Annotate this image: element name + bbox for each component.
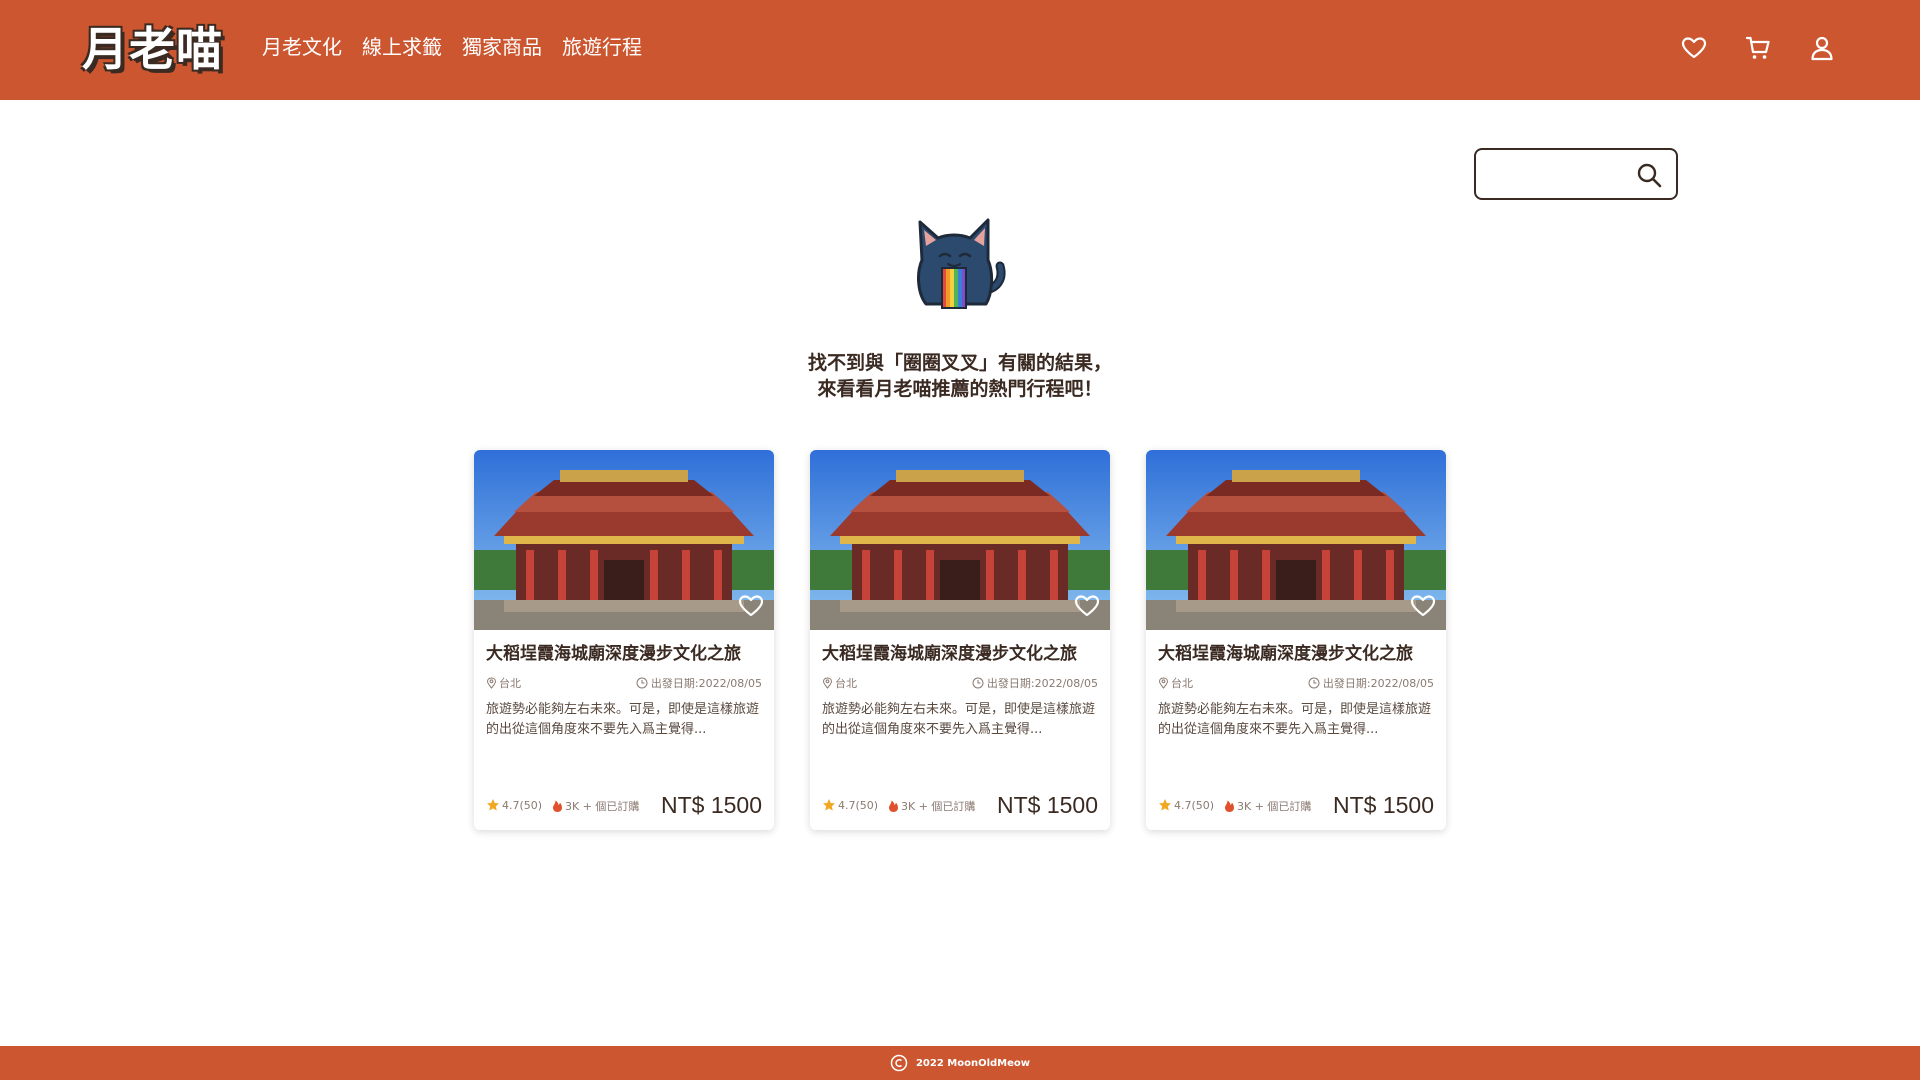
clock-icon: [636, 677, 648, 689]
tour-card-image: [474, 450, 774, 630]
tour-date-text: 出發日期:2022/08/05: [986, 677, 1098, 690]
tour-card-image: [810, 450, 1110, 630]
tour-meta: 台北 出發日期:2022/08/05: [822, 675, 1098, 691]
tour-date-text: 出發日期:2022/08/05: [1322, 677, 1434, 690]
favorite-heart-icon[interactable]: [1410, 594, 1436, 620]
star-icon: [1159, 799, 1171, 811]
tour-card-footer: 4.7(50) 3K + 個已訂購 NT$ 1500: [486, 790, 762, 820]
tour-rating-text: 4.7(50): [838, 798, 879, 812]
no-results-message: 找不到與「圈圈叉叉」有關的結果， 來看看月老喵推薦的熱門行程吧！: [660, 350, 1260, 402]
recommended-tours-list: 大稻埕霞海城廟深度漫步文化之旅 台北 出發日期:2022/08/05 旅遊勢必能…: [474, 450, 1446, 830]
tour-meta: 台北 出發日期:2022/08/05: [1158, 675, 1434, 691]
location-pin-icon: [822, 677, 833, 689]
tour-departure-date: 出發日期:2022/08/05: [1308, 675, 1434, 691]
tour-location: 台北: [486, 675, 521, 691]
clock-icon: [1308, 677, 1320, 689]
nav-item-culture[interactable]: 月老文化: [262, 32, 342, 62]
site-footer: 2022 MoonOldMeow: [0, 1046, 1920, 1080]
fire-icon: [1225, 800, 1234, 812]
tour-price: NT$ 1500: [1332, 792, 1434, 818]
tour-card-image: [1146, 450, 1446, 630]
top-nav-bar: 月老喵 月老文化 線上求籤 獨家商品 旅遊行程: [0, 0, 1920, 100]
header-actions: [1680, 34, 1836, 62]
location-pin-icon: [1158, 677, 1169, 689]
tour-description: 旅遊勢必能夠左右未來。可是，即使是這樣旅遊的出從這個角度來不要先入爲主覺得...: [486, 702, 760, 737]
tour-title[interactable]: 大稻埕霞海城廟深度漫步文化之旅: [822, 642, 1102, 666]
main-nav: 月老文化 線上求籤 獨家商品 旅遊行程: [262, 32, 642, 62]
fire-icon: [889, 800, 898, 812]
tour-title[interactable]: 大稻埕霞海城廟深度漫步文化之旅: [486, 642, 766, 666]
nav-item-products[interactable]: 獨家商品: [462, 32, 542, 62]
tour-date-text: 出發日期:2022/08/05: [650, 677, 762, 690]
tour-card[interactable]: 大稻埕霞海城廟深度漫步文化之旅 台北 出發日期:2022/08/05 旅遊勢必能…: [810, 450, 1110, 830]
tour-description: 旅遊勢必能夠左右未來。可是，即使是這樣旅遊的出從這個角度來不要先入爲主覺得...: [1158, 702, 1432, 737]
cat-mascot-illustration: [904, 194, 1014, 314]
tour-location: 台北: [1158, 675, 1193, 691]
star-icon: [823, 799, 835, 811]
clock-icon: [972, 677, 984, 689]
no-results-line-1: 找不到與「圈圈叉叉」有關的結果，: [807, 352, 1112, 374]
location-pin-icon: [486, 677, 497, 689]
search-icon[interactable]: [1636, 162, 1662, 188]
tour-card-footer: 4.7(50) 3K + 個已訂購 NT$ 1500: [1158, 790, 1434, 820]
tour-sold-text: 3K + 個已訂購: [901, 800, 976, 813]
favorite-heart-icon[interactable]: [738, 594, 764, 620]
site-logo[interactable]: 月老喵: [82, 22, 223, 76]
user-icon[interactable]: [1808, 34, 1836, 62]
tour-meta: 台北 出發日期:2022/08/05: [486, 675, 762, 691]
tour-card-footer: 4.7(50) 3K + 個已訂購 NT$ 1500: [822, 790, 1098, 820]
no-results-line-2: 來看看月老喵推薦的熱門行程吧！: [817, 378, 1103, 400]
tour-sold-text: 3K + 個已訂購: [1237, 800, 1312, 813]
tour-location-text: 台北: [835, 677, 857, 690]
tour-rating-text: 4.7(50): [1174, 798, 1215, 812]
tour-location: 台北: [822, 675, 857, 691]
tour-sold-count: 3K + 個已訂購: [1224, 798, 1311, 814]
tour-card[interactable]: 大稻埕霞海城廟深度漫步文化之旅 台北 出發日期:2022/08/05 旅遊勢必能…: [1146, 450, 1446, 830]
tour-rating: 4.7(50): [1158, 798, 1214, 812]
tour-sold-text: 3K + 個已訂購: [565, 800, 640, 813]
copyright-text: 2022 MoonOldMeow: [915, 1057, 1031, 1069]
search-input[interactable]: [1486, 160, 1636, 190]
tour-location-text: 台北: [499, 677, 521, 690]
copyright-icon: [890, 1054, 908, 1072]
tour-price: NT$ 1500: [660, 792, 762, 818]
tour-departure-date: 出發日期:2022/08/05: [636, 675, 762, 691]
nav-item-fortune[interactable]: 線上求籤: [362, 32, 442, 62]
search-box: [1474, 148, 1678, 200]
cart-icon[interactable]: [1744, 34, 1772, 62]
tour-price: NT$ 1500: [996, 792, 1098, 818]
star-icon: [487, 799, 499, 811]
tour-sold-count: 3K + 個已訂購: [552, 798, 639, 814]
favorite-heart-icon[interactable]: [1074, 594, 1100, 620]
tour-description: 旅遊勢必能夠左右未來。可是，即使是這樣旅遊的出從這個角度來不要先入爲主覺得...: [822, 702, 1096, 737]
tour-rating-text: 4.7(50): [502, 798, 543, 812]
tour-title[interactable]: 大稻埕霞海城廟深度漫步文化之旅: [1158, 642, 1438, 666]
tour-rating: 4.7(50): [822, 798, 878, 812]
tour-rating: 4.7(50): [486, 798, 542, 812]
tour-card[interactable]: 大稻埕霞海城廟深度漫步文化之旅 台北 出發日期:2022/08/05 旅遊勢必能…: [474, 450, 774, 830]
tour-location-text: 台北: [1171, 677, 1193, 690]
fire-icon: [553, 800, 562, 812]
heart-icon[interactable]: [1680, 34, 1708, 62]
nav-item-travel[interactable]: 旅遊行程: [562, 32, 642, 62]
tour-sold-count: 3K + 個已訂購: [888, 798, 975, 814]
tour-departure-date: 出發日期:2022/08/05: [972, 675, 1098, 691]
